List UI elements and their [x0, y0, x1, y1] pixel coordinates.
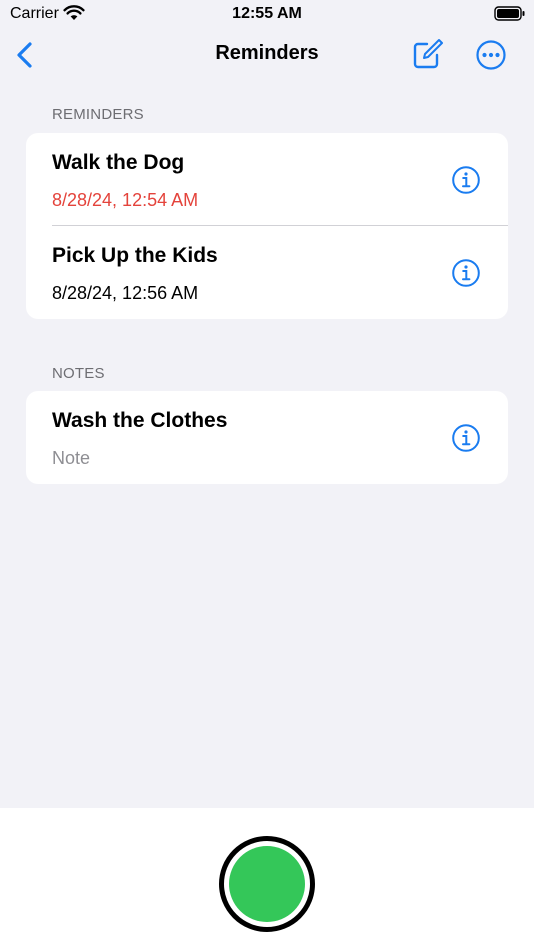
- battery-icon: [494, 6, 526, 27]
- info-button[interactable]: [451, 258, 481, 288]
- list-item[interactable]: Wash the Clothes Note: [26, 391, 508, 484]
- note-subtitle: Note: [52, 448, 91, 468]
- reminders-section-header: REMINDERS: [52, 106, 144, 123]
- ellipsis-circle-icon: [476, 40, 506, 70]
- reminder-date: 8/28/24, 12:56 AM: [52, 283, 199, 303]
- reminder-title: Walk the Dog: [52, 151, 185, 174]
- info-circle-icon: [452, 259, 480, 287]
- navigation-bar: Reminders: [0, 28, 534, 84]
- compose-icon: [413, 39, 443, 69]
- list-item[interactable]: Pick Up the Kids 8/28/24, 12:56 AM: [26, 226, 508, 319]
- info-button[interactable]: [451, 165, 481, 195]
- list-item[interactable]: Walk the Dog 8/28/24, 12:54 AM: [26, 133, 508, 226]
- chevron-left-icon: [17, 42, 32, 68]
- notes-section-header: NOTES: [52, 365, 105, 382]
- bottom-toolbar: [0, 808, 534, 950]
- record-button[interactable]: [219, 836, 315, 932]
- status-bar: Carrier 12:55 AM: [0, 0, 534, 28]
- info-button[interactable]: [451, 423, 481, 453]
- reminder-date: 8/28/24, 12:54 AM: [52, 190, 199, 210]
- info-circle-icon: [452, 424, 480, 452]
- compose-button[interactable]: [411, 38, 443, 70]
- reminders-list: Walk the Dog 8/28/24, 12:54 AM Pick Up t…: [26, 133, 508, 319]
- status-time: 12:55 AM: [232, 5, 302, 22]
- reminder-title: Pick Up the Kids: [52, 244, 218, 267]
- page-title: Reminders: [215, 42, 319, 64]
- note-title: Wash the Clothes: [52, 409, 228, 432]
- notes-list: Wash the Clothes Note: [26, 391, 508, 484]
- back-button[interactable]: [12, 40, 40, 70]
- info-circle-icon: [452, 166, 480, 194]
- record-icon: [229, 846, 305, 922]
- more-button[interactable]: [475, 39, 507, 71]
